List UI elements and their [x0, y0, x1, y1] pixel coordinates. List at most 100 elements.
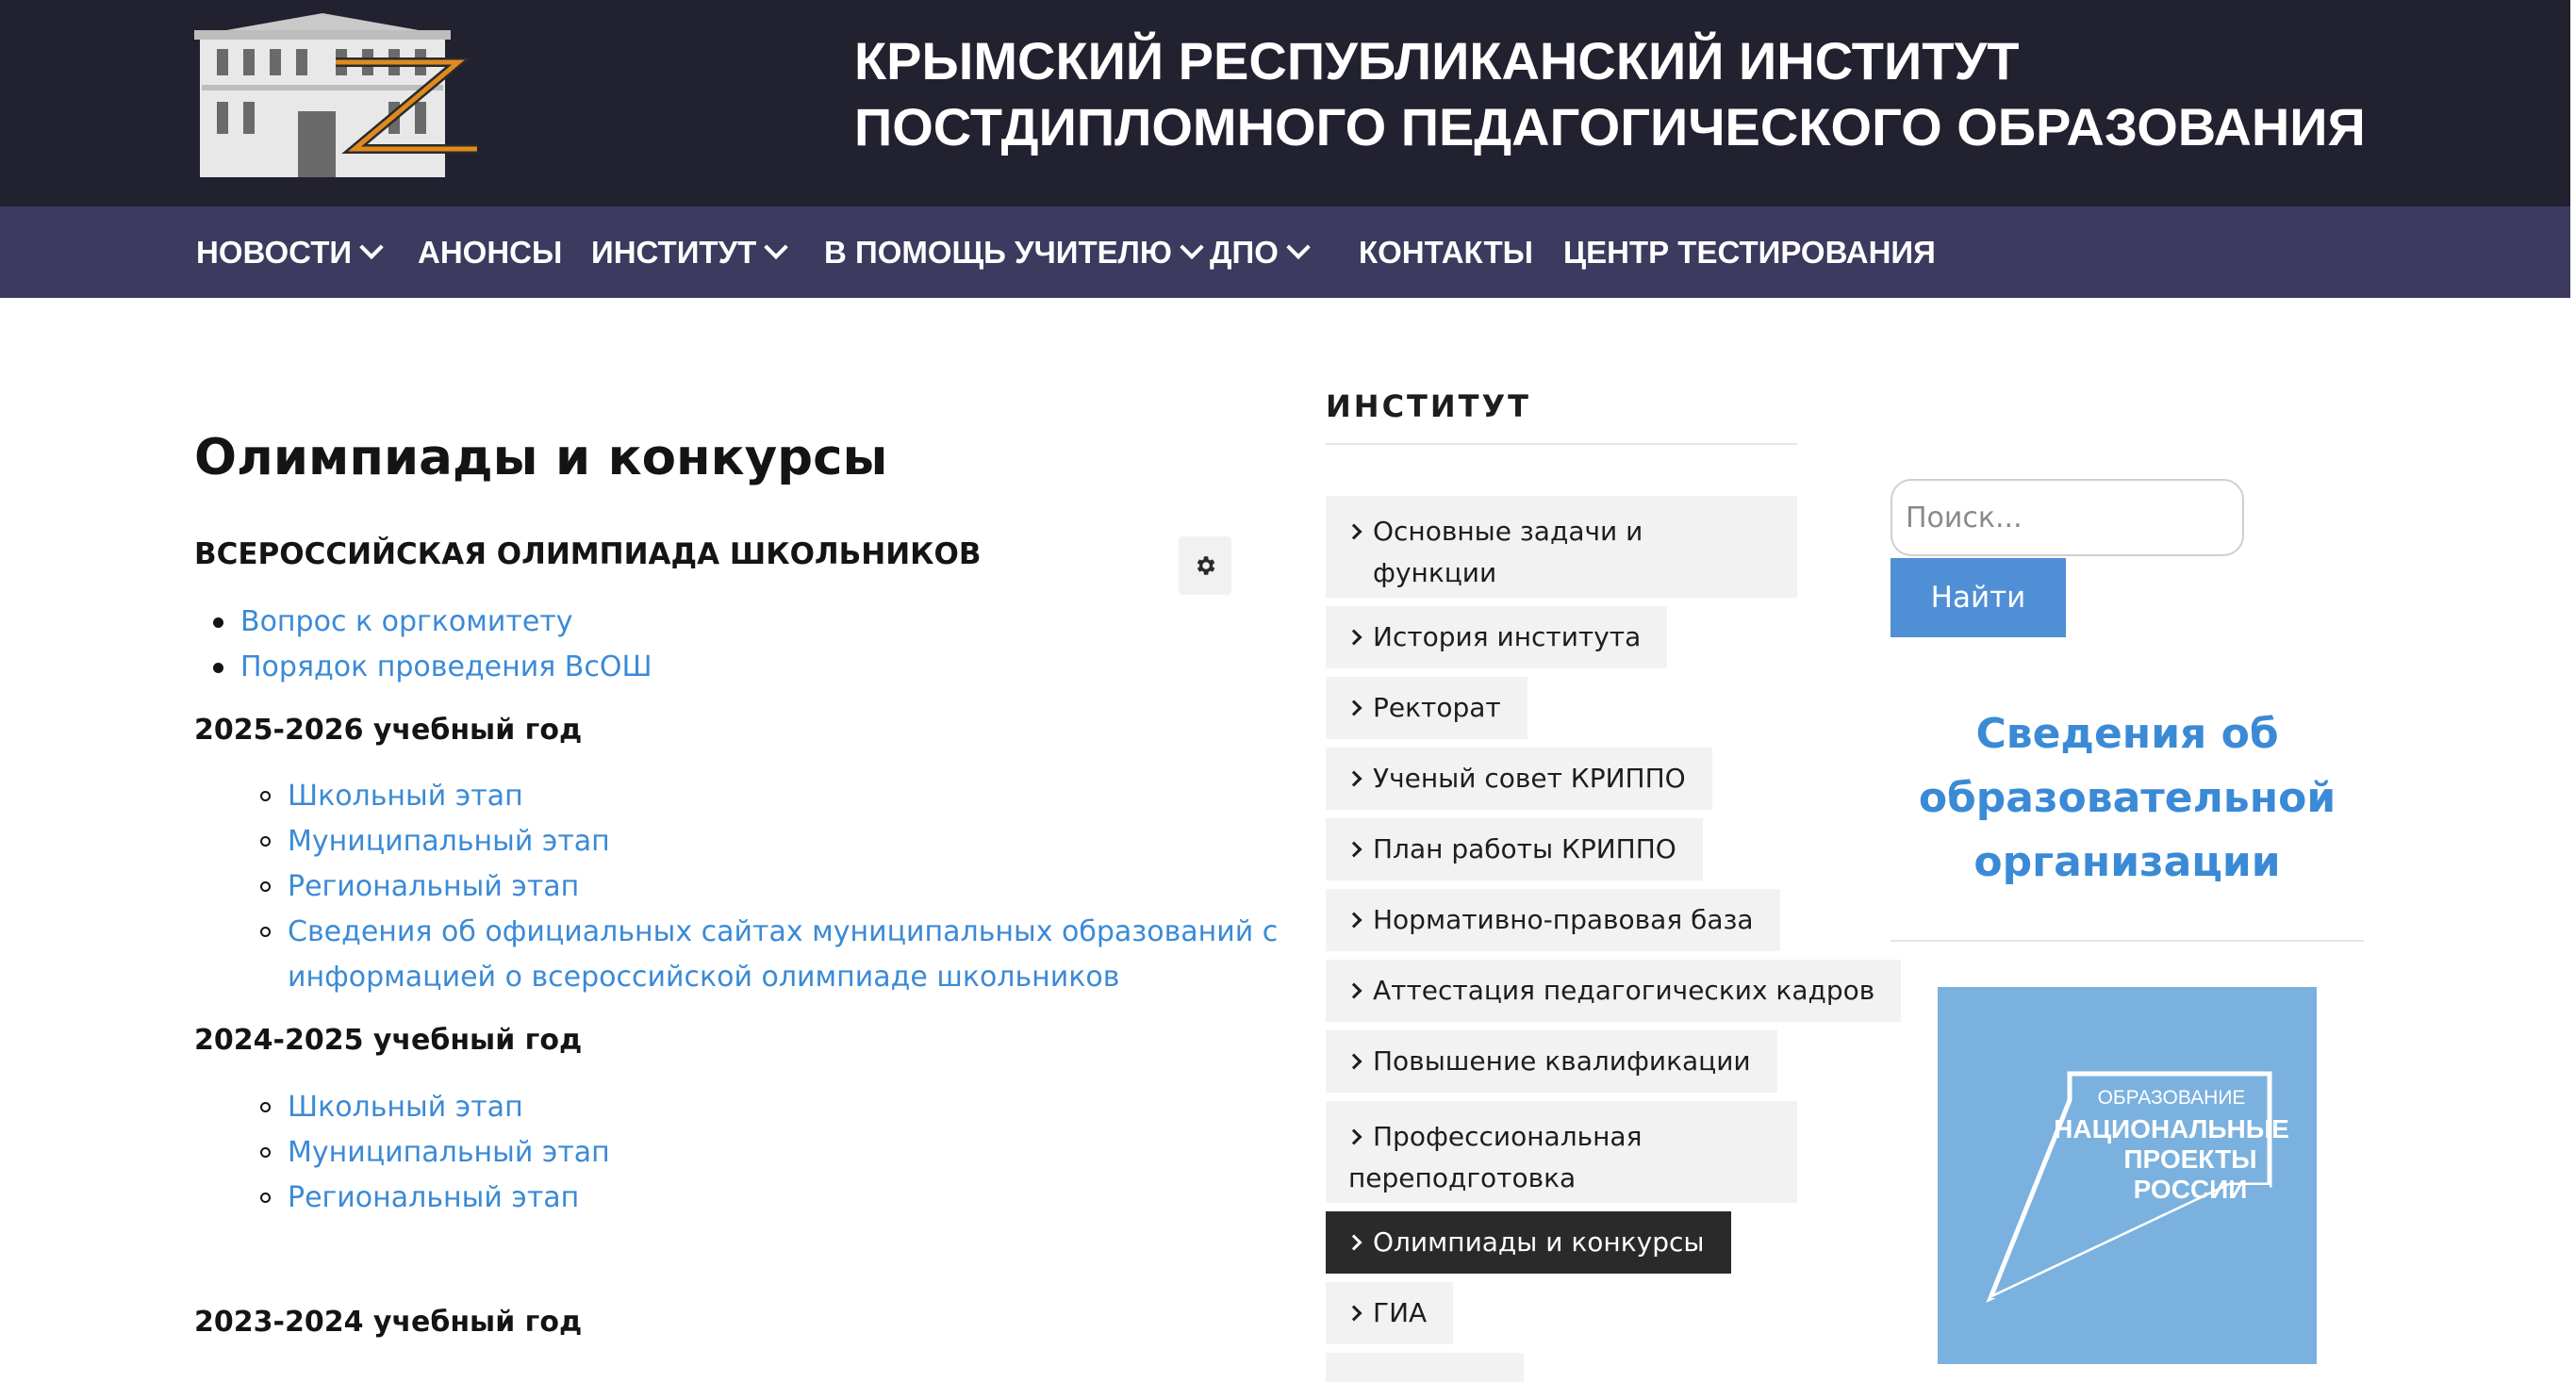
- chevron-right-icon: [1346, 982, 1362, 999]
- nav-item-teacher-help[interactable]: В ПОМОЩЬ УЧИТЕЛЮ: [824, 206, 1204, 298]
- bullet-disc: [213, 663, 223, 673]
- institute-building-logo[interactable]: [194, 8, 479, 177]
- site-title-line1: КРЫМСКИЙ РЕСПУБЛИКАНСКИЙ ИНСТИТУТ: [854, 31, 2020, 90]
- chevron-right-icon: [1346, 912, 1362, 929]
- link-municipal-sites-info[interactable]: Сведения об официальных сайтах муниципал…: [288, 910, 1278, 955]
- section-heading: ВСЕРОССИЙСКАЯ ОЛИМПИАДА ШКОЛЬНИКОВ: [194, 537, 982, 571]
- bullet-circle: [260, 1193, 271, 1203]
- page-title: Олимпиады и конкурсы: [194, 429, 888, 486]
- sidebar-item-gia[interactable]: ГИА: [1326, 1282, 1454, 1344]
- sidebar-item-label: Профессиональная переподготовка: [1348, 1121, 1643, 1193]
- sidebar-item-attestation[interactable]: Аттестация педагогических кадров: [1326, 960, 1902, 1022]
- chevron-right-icon: [1346, 523, 1362, 540]
- site-header: КРЫМСКИЙ РЕСПУБЛИКАНСКИЙ ИНСТИТУТ ПОСТДИ…: [0, 0, 2570, 206]
- nav-item-testing-center[interactable]: ЦЕНТР ТЕСТИРОВАНИЯ: [1563, 206, 1936, 298]
- sidebar-item-history[interactable]: История института: [1326, 606, 1668, 668]
- nav-item-news[interactable]: НОВОСТИ: [196, 206, 384, 298]
- chevron-down-icon: [764, 235, 789, 259]
- site-title-line2: ПОСТДИПЛОМНОГО ПЕДАГОГИЧЕСКОГО ОБРАЗОВАН…: [854, 97, 2366, 156]
- bullet-circle: [260, 881, 271, 892]
- nav-item-label: ДПО: [1210, 234, 1279, 270]
- link-municipal-stage[interactable]: Муниципальный этап: [288, 819, 610, 864]
- bullet-disc: [213, 617, 223, 628]
- nav-item-institute[interactable]: ИНСТИТУТ: [591, 206, 789, 298]
- bullet-circle: [260, 836, 271, 847]
- nav-item-label: ИНСТИТУТ: [591, 234, 757, 270]
- main-nav: НОВОСТИ АНОНСЫ ИНСТИТУТ В ПОМОЩЬ УЧИТЕЛЮ…: [0, 206, 2570, 298]
- nav-item-contacts[interactable]: КОНТАКТЫ: [1359, 206, 1533, 298]
- sidebar-item-main-tasks[interactable]: Основные задачи и функции учреждения: [1326, 496, 1797, 630]
- window-edge: [2570, 0, 2576, 1382]
- nav-item-label: НОВОСТИ: [196, 234, 353, 270]
- sidebar-item-olympiads[interactable]: Олимпиады и конкурсы: [1326, 1211, 1731, 1274]
- link-vsosh-procedure[interactable]: Порядок проведения ВсОШ: [240, 645, 652, 690]
- chevron-right-icon: [1346, 1128, 1362, 1145]
- chevron-down-icon: [1286, 235, 1311, 259]
- site-title[interactable]: КРЫМСКИЙ РЕСПУБЛИКАНСКИЙ ИНСТИТУТ ПОСТДИ…: [854, 28, 2366, 160]
- bullet-circle: [260, 1102, 271, 1112]
- article-tools-button[interactable]: [1179, 536, 1231, 595]
- gear-icon: [1197, 556, 1215, 575]
- sidebar-title: ИНСТИТУТ: [1326, 388, 1531, 424]
- edu-org-info-link[interactable]: Сведения об образовательной организации: [1891, 702, 2364, 895]
- nav-item-label: АНОНСЫ: [418, 234, 563, 270]
- year-heading-2024-2025: 2024-2025 учебный год: [194, 1024, 583, 1057]
- sidebar-item-label: ГИА: [1373, 1297, 1428, 1328]
- link-municipal-sites-info-line2[interactable]: информацией о всероссийской олимпиаде шк…: [288, 955, 1119, 1000]
- chevron-right-icon: [1346, 770, 1362, 787]
- sidebar-item-label: Олимпиады и конкурсы: [1373, 1226, 1705, 1258]
- sidebar-item-label: История института: [1373, 621, 1642, 652]
- sidebar-item-academic-council[interactable]: Ученый совет КРИППО: [1326, 748, 1712, 810]
- sidebar-item-label: Ректорат: [1373, 692, 1501, 723]
- link-org-committee-question[interactable]: Вопрос к оргкомитету: [240, 600, 573, 645]
- banner-text-line4: РОССИИ: [2134, 1175, 2248, 1204]
- link-regional-stage[interactable]: Региональный этап: [288, 864, 579, 910]
- bullet-circle: [260, 927, 271, 937]
- info-link-line1: Сведения об: [1975, 710, 2279, 758]
- info-link-line2: образовательной: [1918, 774, 2337, 822]
- chevron-down-icon: [359, 235, 384, 259]
- sidebar-item-label: Нормативно-правовая база: [1373, 904, 1754, 935]
- info-link-line3: организации: [1973, 838, 2281, 886]
- link-school-stage[interactable]: Школьный этап: [288, 774, 523, 819]
- divider: [1326, 443, 1797, 445]
- link-regional-stage[interactable]: Региональный этап: [288, 1176, 579, 1221]
- banner-text-line1: ОБРАЗОВАНИЕ: [2098, 1087, 2246, 1109]
- nav-item-announcements[interactable]: АНОНСЫ: [418, 206, 562, 298]
- search-button[interactable]: Найти: [1891, 558, 2066, 637]
- sidebar-item-label: Повышение квалификации: [1373, 1045, 1751, 1077]
- banner-text-line2: НАЦИОНАЛЬНЫЕ: [2054, 1114, 2289, 1143]
- sidebar-item-legal-base[interactable]: Нормативно-правовая база: [1326, 889, 1780, 951]
- sidebar-item-qualification[interactable]: Повышение квалификации: [1326, 1030, 1777, 1093]
- national-projects-logo: ОБРАЗОВАНИЕ НАЦИОНАЛЬНЫЕ ПРОЕКТЫ РОССИИ: [1986, 1071, 2289, 1303]
- sidebar-item-label: Аттестация педагогических кадров: [1373, 975, 1875, 1006]
- banner-text-line3: ПРОЕКТЫ: [2123, 1144, 2256, 1174]
- chevron-down-icon: [1180, 235, 1204, 259]
- chevron-right-icon: [1346, 1234, 1362, 1251]
- chevron-right-icon: [1346, 629, 1362, 646]
- nav-item-label: В ПОМОЩЬ УЧИТЕЛЮ: [824, 234, 1172, 270]
- nav-item-label: ЦЕНТР ТЕСТИРОВАНИЯ: [1563, 234, 1936, 270]
- sidebar-item-work-plan[interactable]: План работы КРИППО: [1326, 818, 1703, 880]
- nav-item-label: КОНТАКТЫ: [1359, 234, 1533, 270]
- search-input[interactable]: [1891, 479, 2244, 556]
- sidebar-item-rectorate[interactable]: Ректорат: [1326, 677, 1527, 739]
- bullet-circle: [260, 1147, 271, 1158]
- sidebar-item-next[interactable]: [1326, 1353, 1524, 1382]
- national-projects-banner[interactable]: ОБРАЗОВАНИЕ НАЦИОНАЛЬНЫЕ ПРОЕКТЫ РОССИИ: [1938, 987, 2317, 1364]
- chevron-right-icon: [1346, 699, 1362, 716]
- link-school-stage[interactable]: Школьный этап: [288, 1085, 523, 1130]
- year-heading-2023-2024: 2023-2024 учебный год: [194, 1306, 583, 1339]
- link-municipal-stage[interactable]: Муниципальный этап: [288, 1130, 610, 1176]
- sidebar-item-label: Ученый совет КРИППО: [1373, 763, 1686, 794]
- bullet-circle: [260, 791, 271, 801]
- nav-item-dpo[interactable]: ДПО: [1210, 206, 1311, 298]
- sidebar-item-retraining[interactable]: Профессиональная переподготовка: [1326, 1101, 1797, 1203]
- chevron-right-icon: [1346, 1305, 1362, 1322]
- year-heading-2025-2026: 2025-2026 учебный год: [194, 714, 583, 747]
- chevron-right-icon: [1346, 841, 1362, 858]
- divider: [1891, 940, 2364, 942]
- chevron-right-icon: [1346, 1053, 1362, 1070]
- sidebar-item-label: План работы КРИППО: [1373, 833, 1676, 864]
- page: КРЫМСКИЙ РЕСПУБЛИКАНСКИЙ ИНСТИТУТ ПОСТДИ…: [0, 0, 2570, 1382]
